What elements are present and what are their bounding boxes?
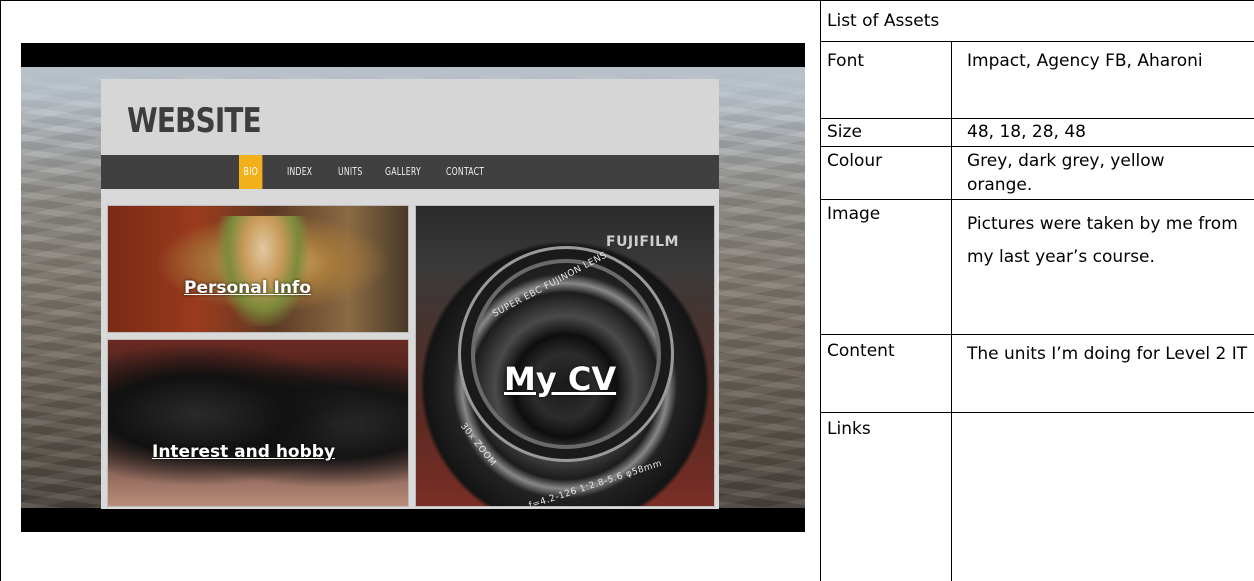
table-border-h2 xyxy=(820,118,1254,119)
asset-value-image: Pictures were taken by me from my last y… xyxy=(967,214,1238,267)
asset-value-content: The units I’m doing for Level 2 IT xyxy=(967,344,1248,364)
nav-item-contact[interactable]: CONTACT xyxy=(446,155,484,189)
asset-value-size: 48, 18, 28, 48 xyxy=(967,122,1086,142)
asset-label-links: Links xyxy=(827,419,871,439)
lens-spec-text: f=4.2-126 1:2.8-5.6 φ58mm xyxy=(527,458,664,507)
asset-label-content: Content xyxy=(827,341,895,361)
lens-brand-text: FUJIFILM xyxy=(606,234,679,250)
tile-interest-hobby[interactable]: Interest and hobby xyxy=(107,339,409,507)
assets-document-table: WEBSITE BIO INDEX UNITS GALLERY CONTACT … xyxy=(0,0,1254,581)
tile-label-personal-info: Personal Info xyxy=(184,278,311,298)
asset-label-colour: Colour xyxy=(827,151,883,171)
site-nav-bar: BIO INDEX UNITS GALLERY CONTACT xyxy=(101,155,719,189)
nav-item-gallery[interactable]: GALLERY xyxy=(385,155,421,189)
table-border-h4 xyxy=(820,199,1254,200)
table-border-h3 xyxy=(820,146,1254,147)
nav-item-units[interactable]: UNITS xyxy=(338,155,362,189)
tile-label-my-cv: My CV xyxy=(504,360,617,398)
assets-title: List of Assets xyxy=(827,11,940,31)
table-border-h6 xyxy=(820,412,1254,413)
table-border-v1 xyxy=(820,1,821,581)
site-logo: WEBSITE xyxy=(127,101,262,141)
tile-label-interest-hobby: Interest and hobby xyxy=(152,442,336,462)
table-border-h1 xyxy=(820,41,1254,42)
asset-label-font: Font xyxy=(827,51,865,71)
site-header: WEBSITE xyxy=(101,79,719,157)
asset-label-image: Image xyxy=(827,204,881,224)
tile-personal-info[interactable]: Personal Info xyxy=(107,205,409,333)
asset-value-colour: Grey, dark grey, yellow orange. xyxy=(967,151,1165,195)
asset-value-font: Impact, Agency FB, Aharoni xyxy=(967,51,1203,71)
asset-label-size: Size xyxy=(827,122,862,142)
tile-my-cv[interactable]: FUJIFILM SUPER EBC FUJINON LENS 30x ZOOM… xyxy=(415,205,715,507)
website-mockup-screenshot: WEBSITE BIO INDEX UNITS GALLERY CONTACT … xyxy=(21,43,805,532)
nav-item-index[interactable]: INDEX xyxy=(287,155,312,189)
table-border-v2 xyxy=(951,41,952,581)
website-mockup: WEBSITE BIO INDEX UNITS GALLERY CONTACT … xyxy=(101,79,719,509)
nav-item-bio[interactable]: BIO xyxy=(239,155,263,189)
table-border-h5 xyxy=(820,334,1254,335)
